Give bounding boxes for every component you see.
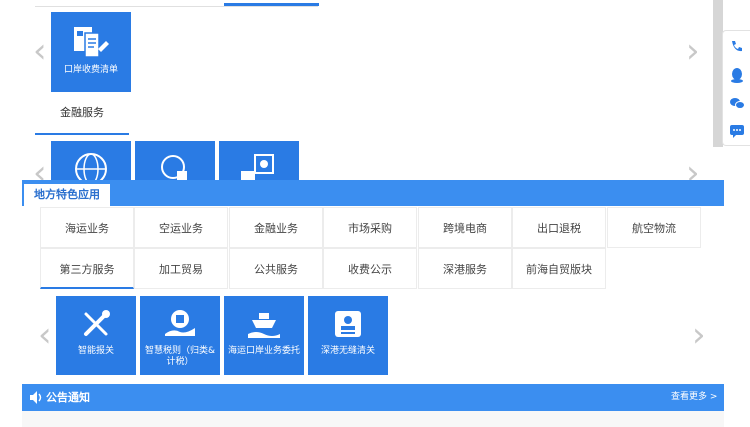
smart-tariff-tile[interactable]: 智慧税则（归类& 计税）	[140, 296, 220, 375]
finance-tile-3[interactable]	[219, 141, 299, 181]
tab-shenzhen-hk-service[interactable]: 深港服务	[418, 248, 512, 289]
tab-cross-border-ecommerce[interactable]: 跨境电商	[418, 207, 512, 248]
globe-shield-icon	[161, 155, 187, 181]
carousel-next-arrow[interactable]: ›	[686, 34, 700, 68]
tab-sea-transport[interactable]: 海运业务	[40, 207, 134, 248]
sea-port-entrust-tile[interactable]: 海运口岸业务委托	[224, 296, 304, 375]
finance-prev-arrow[interactable]: ‹	[33, 156, 47, 180]
local-apps-title: 地方特色应用	[24, 184, 110, 206]
side-contact-panel	[722, 30, 750, 146]
tax-hand-icon	[165, 310, 195, 336]
finance-tile-1[interactable]	[51, 141, 131, 181]
sea-port-entrust-label: 海运口岸业务委托	[227, 346, 300, 356]
smart-tariff-label-line1: 智慧税则（归类&	[144, 346, 216, 356]
port-fee-list-label: 口岸收费清单	[63, 65, 118, 75]
tab-finance-service[interactable]: 金融服务	[35, 93, 129, 135]
notice-header-bar	[22, 384, 724, 411]
notice-title: 公告通知	[46, 391, 90, 404]
wechat-icon[interactable]	[729, 95, 745, 111]
safe-box-icon	[241, 154, 274, 181]
top-tab-active-indicator	[224, 3, 319, 6]
document-icon	[74, 27, 109, 58]
sz-hk-clearance-tile[interactable]: 深港无缝清关	[308, 296, 388, 375]
finance-next-arrow[interactable]: ›	[686, 156, 700, 180]
tab-fee-disclosure[interactable]: 收费公示	[323, 248, 417, 289]
carousel-prev-arrow[interactable]: ‹	[33, 34, 47, 68]
tab-qianhai-ftz[interactable]: 前海自贸版块	[512, 248, 606, 289]
phone-icon[interactable]	[729, 39, 745, 55]
tab-market-procurement[interactable]: 市场采购	[323, 207, 417, 248]
ship-hand-icon	[248, 313, 280, 338]
apps-prev-arrow[interactable]: ‹	[38, 318, 52, 352]
tab-public-service[interactable]: 公共服务	[229, 248, 323, 289]
yen-globe-icon	[75, 153, 107, 181]
tab-processing-trade[interactable]: 加工贸易	[134, 248, 228, 289]
notice-more-link[interactable]: 查看更多 >	[671, 384, 717, 411]
smart-tariff-label-line2: 计税）	[166, 357, 194, 367]
tools-icon	[84, 310, 110, 336]
smart-declaration-label: 智能报关	[77, 346, 114, 356]
tab-export-tax-refund[interactable]: 出口退税	[512, 207, 606, 248]
id-card-icon	[335, 311, 361, 337]
qq-icon[interactable]	[729, 67, 745, 83]
apps-next-arrow[interactable]: ›	[692, 318, 706, 352]
tab-air-transport[interactable]: 空运业务	[134, 207, 228, 248]
port-fee-list-tile[interactable]: 口岸收费清单	[51, 12, 131, 92]
message-icon[interactable]	[729, 123, 745, 139]
tab-air-logistics[interactable]: 航空物流	[607, 207, 701, 248]
smart-declaration-tile[interactable]: 智能报关	[56, 296, 136, 375]
finance-tile-2[interactable]	[135, 141, 215, 181]
notice-content-area	[22, 411, 724, 427]
tab-third-party-service[interactable]: 第三方服务	[40, 248, 134, 289]
sz-hk-clearance-label: 深港无缝清关	[320, 346, 375, 356]
local-apps-header-bar	[22, 180, 724, 206]
speaker-icon	[30, 391, 42, 404]
tab-finance-business[interactable]: 金融业务	[229, 207, 323, 248]
